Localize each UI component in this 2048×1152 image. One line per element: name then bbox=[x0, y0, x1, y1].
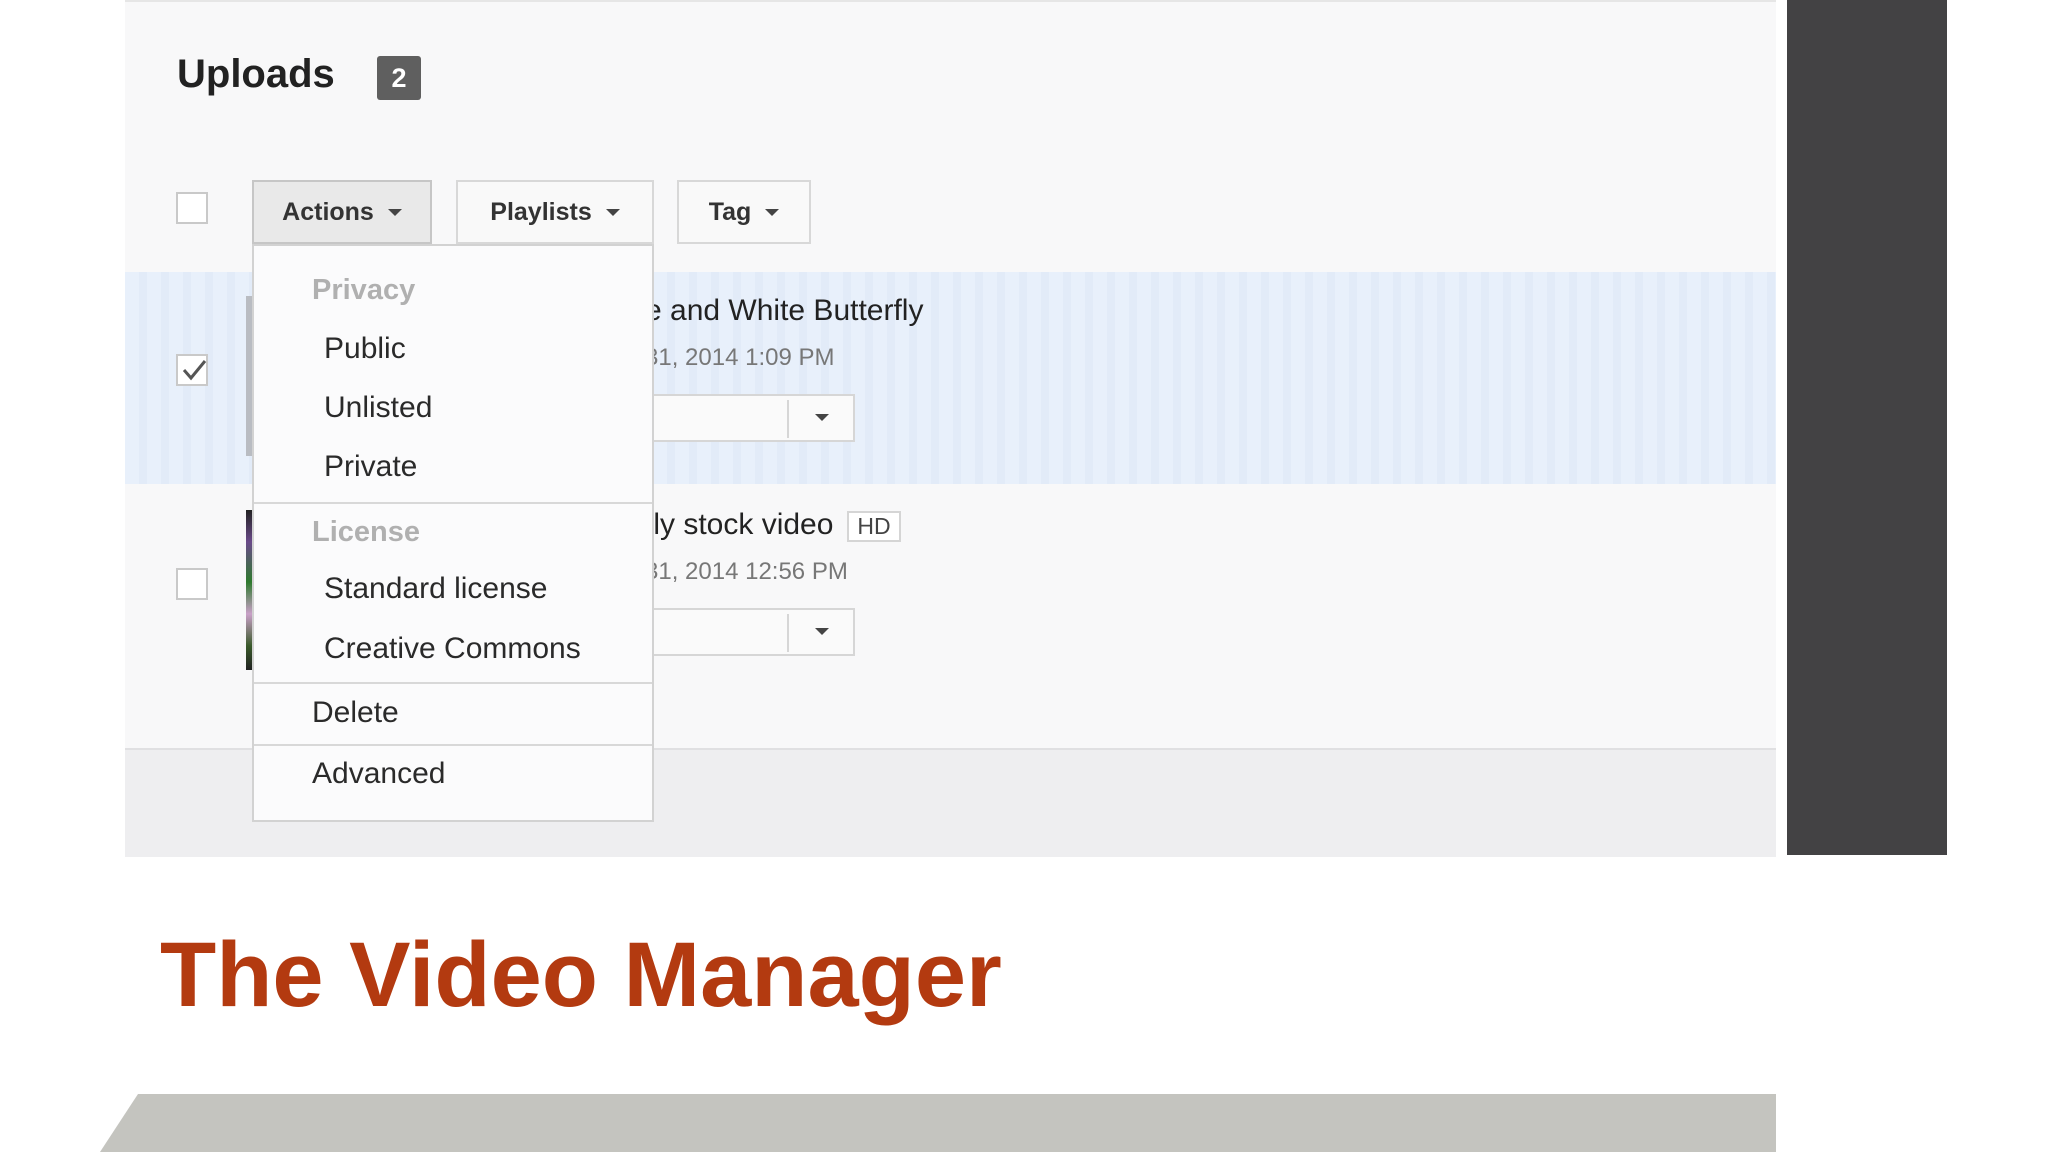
license-section-header: License bbox=[312, 516, 420, 548]
playlists-dropdown-button[interactable]: Playlists bbox=[456, 180, 654, 244]
menu-item-creative-commons[interactable]: Creative Commons bbox=[324, 632, 581, 666]
checkmark-icon bbox=[182, 360, 207, 381]
page-title: Uploads bbox=[177, 52, 335, 96]
video-date: 31, 2014 12:56 PM bbox=[645, 558, 848, 585]
slide-title: The Video Manager bbox=[160, 924, 1002, 1026]
menu-item-private[interactable]: Private bbox=[324, 450, 417, 484]
menu-divider bbox=[254, 744, 652, 746]
menu-item-standard-license[interactable]: Standard license bbox=[324, 572, 547, 606]
row-checkbox[interactable] bbox=[176, 568, 208, 600]
menu-item-unlisted[interactable]: Unlisted bbox=[324, 391, 432, 425]
actions-dropdown-menu: Privacy Public Unlisted Private License … bbox=[252, 244, 654, 822]
chevron-down-icon[interactable] bbox=[815, 628, 829, 635]
dark-side-panel bbox=[1787, 0, 1947, 855]
video-title[interactable]: e and White Butterfly bbox=[645, 294, 923, 328]
video-date: 31, 2014 1:09 PM bbox=[645, 344, 835, 371]
select-all-checkbox[interactable] bbox=[176, 192, 208, 224]
video-title[interactable]: fly stock video bbox=[645, 508, 833, 541]
tag-dropdown-button[interactable]: Tag bbox=[677, 180, 811, 244]
video-edit-split-button[interactable] bbox=[645, 394, 855, 442]
menu-item-delete[interactable]: Delete bbox=[312, 696, 399, 730]
actions-label: Actions bbox=[282, 197, 374, 226]
menu-divider bbox=[254, 682, 652, 684]
split-divider bbox=[787, 614, 789, 652]
menu-item-public[interactable]: Public bbox=[324, 332, 406, 366]
chevron-down-icon bbox=[765, 208, 780, 216]
video-edit-split-button[interactable] bbox=[645, 608, 855, 656]
video-title-line[interactable]: fly stock video HD bbox=[645, 508, 901, 542]
tag-label: Tag bbox=[708, 197, 752, 226]
uploads-count-badge: 2 bbox=[377, 56, 421, 100]
privacy-section-header: Privacy bbox=[312, 274, 416, 306]
bottom-decorative-band bbox=[100, 1094, 1776, 1152]
video-manager-screenshot: Uploads 2 Actions Playlists Tag e and Wh… bbox=[125, 0, 1776, 857]
hd-badge: HD bbox=[847, 510, 901, 542]
actions-dropdown-button[interactable]: Actions bbox=[252, 180, 432, 244]
split-divider bbox=[787, 400, 789, 438]
top-divider bbox=[125, 0, 1776, 2]
chevron-down-icon bbox=[605, 208, 620, 216]
playlists-label: Playlists bbox=[490, 197, 592, 226]
menu-divider bbox=[254, 502, 652, 504]
chevron-down-icon bbox=[387, 208, 402, 216]
menu-item-advanced[interactable]: Advanced bbox=[312, 757, 445, 791]
chevron-down-icon[interactable] bbox=[815, 414, 829, 421]
row-checkbox-checked[interactable] bbox=[176, 354, 208, 386]
